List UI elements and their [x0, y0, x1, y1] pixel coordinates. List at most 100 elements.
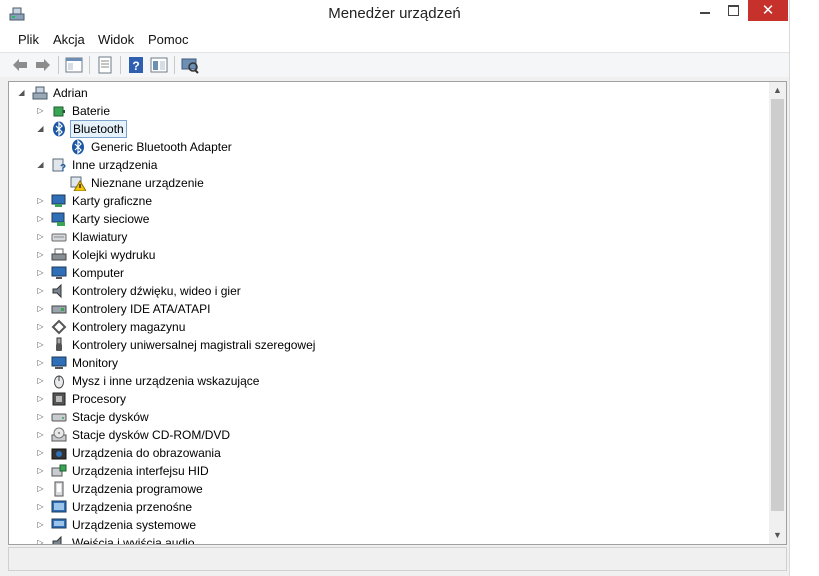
tree-item-label: Kontrolery uniwersalnej magistrali szere… — [72, 338, 316, 352]
title-bar[interactable]: Menedżer urządzeń ✕ — [0, 0, 789, 28]
collapse-arrow-icon[interactable]: ◢ — [36, 160, 45, 169]
tree-item-label: Stacje dysków CD-ROM/DVD — [72, 428, 231, 442]
expand-arrow-icon[interactable]: ▷ — [36, 520, 45, 529]
maximize-button[interactable] — [720, 0, 748, 21]
camera-icon — [51, 448, 67, 460]
speaker-icon — [52, 283, 62, 299]
toolbar: ? — [0, 53, 789, 77]
scroll-up-arrow-icon[interactable]: ▲ — [769, 82, 786, 99]
tree-item-label: Kontrolery magazynu — [72, 320, 186, 334]
tree-item-label: Kontrolery IDE ATA/ATAPI — [72, 302, 211, 316]
menu-akcja[interactable]: Akcja — [53, 32, 85, 47]
svg-text:?: ? — [132, 59, 139, 73]
warning-device-icon — [70, 176, 86, 191]
expand-arrow-icon[interactable]: ▷ — [36, 214, 45, 223]
expand-arrow-icon[interactable]: ▷ — [36, 304, 45, 313]
menu-plik[interactable]: Plik — [18, 32, 39, 47]
menu-bar: Plik Akcja Widok Pomoc — [0, 28, 789, 53]
tree-item-label: Urządzenia przenośne — [72, 500, 193, 514]
system-device-icon — [51, 518, 67, 529]
expand-arrow-icon[interactable]: ▷ — [36, 340, 45, 349]
toolbar-separator — [174, 56, 175, 74]
portable-device-icon — [51, 500, 67, 513]
forward-icon[interactable] — [34, 56, 52, 74]
tree-item-label: Baterie — [72, 104, 111, 118]
expand-arrow-icon[interactable]: ▷ — [36, 268, 45, 277]
device-tree[interactable]: ◢ Adrian ▷ Baterie ◢ Bluetooth Generic Bluet… — [9, 82, 769, 544]
console-tree-icon[interactable] — [65, 56, 83, 74]
expand-arrow-icon[interactable]: ▷ — [36, 322, 45, 331]
toolbar-separator — [89, 56, 90, 74]
dvd-drive-icon — [51, 427, 67, 442]
tree-item-label: Klawiatury — [72, 230, 128, 244]
usb-icon — [56, 337, 62, 351]
tree-item-label: Karty sieciowe — [72, 212, 150, 226]
minimize-button[interactable] — [690, 0, 720, 21]
storage-controller-icon — [51, 319, 67, 335]
scroll-down-arrow-icon[interactable]: ▼ — [769, 527, 786, 544]
menu-widok[interactable]: Widok — [98, 32, 134, 47]
collapse-arrow-icon[interactable]: ◢ — [36, 124, 45, 133]
toolbar-separator — [120, 56, 121, 74]
device-manager-window: Menedżer urządzeń ✕ Plik Akcja Widok Pom… — [0, 0, 790, 576]
ide-controller-icon — [51, 305, 67, 314]
tree-item-label: Generic Bluetooth Adapter — [91, 140, 232, 154]
tree-item-label: Kontrolery dźwięku, wideo i gier — [72, 284, 241, 298]
tree-item-label: Nieznane urządzenie — [91, 176, 204, 190]
expand-arrow-icon[interactable]: ▷ — [36, 466, 45, 475]
display-adapter-icon — [51, 194, 66, 207]
expand-arrow-icon[interactable]: ▷ — [36, 538, 45, 544]
tree-item-label: Procesory — [72, 392, 127, 406]
tree-item-label: Bluetooth — [70, 120, 127, 138]
close-button[interactable]: ✕ — [748, 0, 788, 21]
expand-arrow-icon[interactable]: ▷ — [36, 430, 45, 439]
menu-pomoc[interactable]: Pomoc — [148, 32, 188, 47]
printer-icon — [51, 248, 67, 261]
vertical-scrollbar[interactable]: ▲ ▼ — [769, 82, 786, 544]
computer-icon — [51, 266, 67, 279]
bluetooth-icon — [72, 139, 84, 155]
tree-item-label: Monitory — [72, 356, 119, 370]
tree-item-label: Urządzenia programowe — [72, 482, 203, 496]
tree-item-label: Urządzenia interfejsu HID — [72, 464, 209, 478]
collapse-arrow-icon[interactable]: ◢ — [17, 88, 26, 97]
scrollbar-thumb[interactable] — [771, 99, 784, 511]
expand-arrow-icon[interactable]: ▷ — [36, 106, 45, 115]
mouse-icon — [54, 375, 64, 389]
help-icon[interactable]: ? — [127, 56, 145, 74]
battery-icon — [53, 106, 65, 117]
monitor-icon — [51, 356, 67, 369]
expand-arrow-icon[interactable]: ▷ — [36, 286, 45, 295]
device-tree-panel[interactable]: ◢ Adrian ▷ Baterie ◢ Bluetooth Generic Bluet… — [8, 81, 787, 545]
tree-item-label: Mysz i inne urządzenia wskazujące — [72, 374, 260, 388]
tree-item-label: Karty graficzne — [72, 194, 153, 208]
expand-arrow-icon[interactable]: ▷ — [36, 376, 45, 385]
expand-arrow-icon[interactable]: ▷ — [36, 250, 45, 259]
software-device-icon — [54, 481, 64, 497]
expand-arrow-icon[interactable]: ▷ — [36, 448, 45, 457]
expand-arrow-icon[interactable]: ▷ — [36, 484, 45, 493]
expand-arrow-icon[interactable]: ▷ — [36, 196, 45, 205]
bluetooth-icon — [53, 121, 65, 137]
tree-item-label: Urządzenia systemowe — [72, 518, 197, 532]
properties-icon[interactable] — [96, 56, 114, 74]
computer-root-icon — [32, 86, 48, 100]
expand-arrow-icon[interactable]: ▷ — [36, 358, 45, 367]
tree-root-label: Adrian — [53, 86, 88, 100]
scan-hardware-icon[interactable] — [181, 56, 199, 74]
expand-arrow-icon[interactable]: ▷ — [36, 412, 45, 421]
tree-item-label: Inne urządzenia — [72, 158, 158, 172]
svg-text:?: ? — [60, 163, 66, 173]
keyboard-icon — [51, 233, 67, 242]
processor-icon — [52, 392, 66, 406]
back-icon[interactable] — [11, 56, 29, 74]
expand-arrow-icon[interactable]: ▷ — [36, 394, 45, 403]
status-bar — [8, 547, 787, 571]
expand-arrow-icon[interactable]: ▷ — [36, 232, 45, 241]
tree-item-label: Kolejki wydruku — [72, 248, 156, 262]
toolbar-separator — [58, 56, 59, 74]
view-icon[interactable] — [150, 56, 168, 74]
expand-arrow-icon[interactable]: ▷ — [36, 502, 45, 511]
tree-item-label: Urządzenia do obrazowania — [72, 446, 221, 460]
tree-item-label: Stacje dysków — [72, 410, 149, 424]
